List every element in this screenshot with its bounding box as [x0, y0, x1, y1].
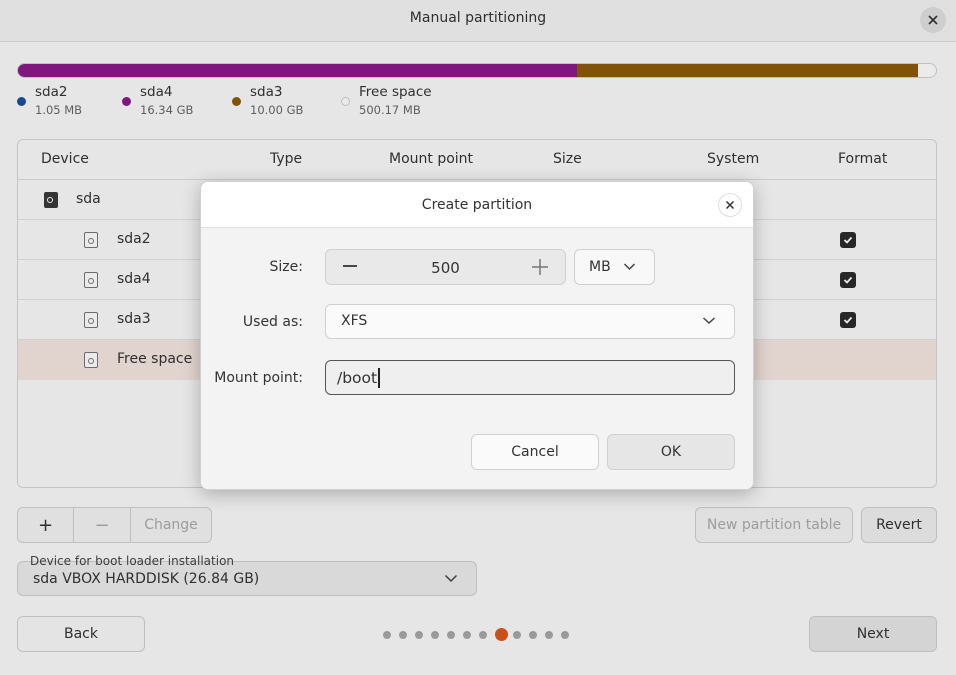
size-label: Size: — [269, 259, 303, 275]
dialog-body: Size: 500 MB Used as: XFS Mount point: C… — [201, 228, 753, 489]
mount-point-label: Mount point: — [214, 370, 303, 386]
dialog-close-button[interactable] — [718, 193, 742, 217]
dialog-header: Create partition — [201, 182, 753, 228]
used-as-label: Used as: — [242, 314, 303, 330]
mount-point-input[interactable] — [325, 360, 735, 395]
text-caret — [378, 368, 380, 388]
filesystem-type-select[interactable]: XFS — [325, 304, 735, 339]
plus-icon — [532, 259, 548, 275]
size-value[interactable]: 500 — [326, 259, 565, 277]
size-spinbutton[interactable]: 500 — [325, 249, 566, 285]
increase-size-button[interactable] — [531, 257, 549, 281]
size-unit-value: MB — [589, 259, 611, 275]
create-partition-dialog: Create partition Size: 500 MB Used as: X… — [200, 181, 754, 490]
filesystem-type-value: XFS — [341, 313, 368, 329]
dialog-title: Create partition — [421, 197, 533, 213]
chevron-down-icon — [623, 263, 636, 271]
size-unit-select[interactable]: MB — [574, 249, 655, 285]
ok-button[interactable]: OK — [607, 434, 735, 470]
cancel-button[interactable]: Cancel — [471, 434, 599, 470]
chevron-down-icon — [702, 317, 716, 325]
close-icon — [725, 200, 735, 210]
